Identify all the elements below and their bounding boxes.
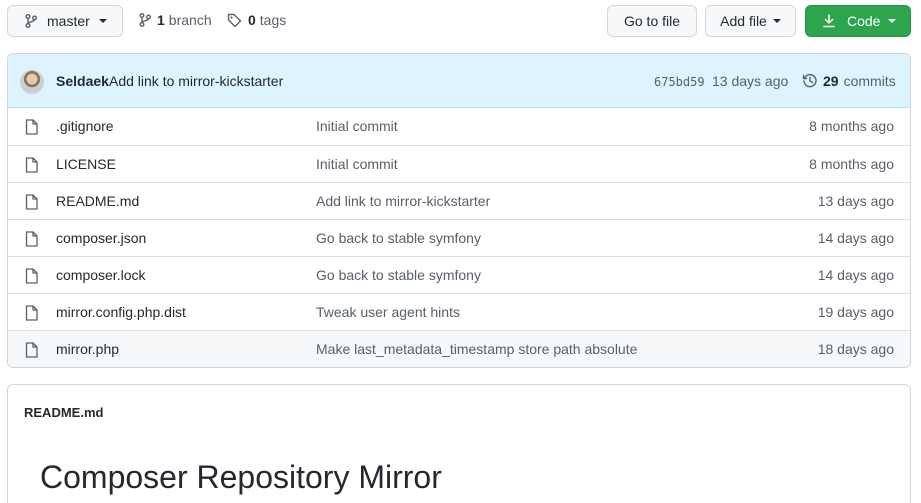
file-name[interactable]: composer.lock xyxy=(56,267,145,283)
branch-label: branch xyxy=(168,12,212,28)
file-name[interactable]: LICENSE xyxy=(56,156,116,172)
file-list: .gitignore Initial commit 8 months ago L… xyxy=(8,108,910,367)
file-browser: Seldaek Add link to mirror-kickstarter 6… xyxy=(7,53,911,368)
table-row: LICENSE Initial commit 8 months ago xyxy=(8,145,910,182)
chevron-down-icon xyxy=(772,19,781,23)
file-age: 19 days ago xyxy=(817,304,894,320)
file-commit-message[interactable]: Make last_metadata_timestamp store path … xyxy=(316,341,637,357)
file-icon xyxy=(25,157,38,173)
tag-label: tags xyxy=(259,12,287,28)
readme-filename[interactable]: README.md xyxy=(24,405,103,420)
file-icon xyxy=(25,231,38,247)
file-icon xyxy=(25,194,38,210)
file-age: 13 days ago xyxy=(817,193,894,209)
file-age: 18 days ago xyxy=(817,341,894,357)
git-branch-icon xyxy=(25,14,37,28)
table-row: mirror.config.php.dist Tweak user agent … xyxy=(8,293,910,330)
file-name[interactable]: .gitignore xyxy=(56,118,114,134)
download-icon xyxy=(823,14,835,28)
file-icon xyxy=(25,119,38,135)
avatar[interactable] xyxy=(20,70,44,94)
file-name[interactable]: mirror.php xyxy=(56,341,119,357)
go-to-file-button[interactable]: Go to file xyxy=(607,5,697,37)
file-name[interactable]: mirror.config.php.dist xyxy=(56,304,186,320)
readme-panel: README.md Composer Repository Mirror xyxy=(7,384,911,503)
commits-label: commits xyxy=(843,73,896,89)
file-age: 8 months ago xyxy=(809,156,894,172)
commit-message[interactable]: Add link to mirror-kickstarter xyxy=(109,73,283,89)
commit-count: 29 xyxy=(823,73,839,89)
add-file-label: Add file xyxy=(720,13,767,29)
file-commit-message[interactable]: Tweak user agent hints xyxy=(316,304,460,320)
file-icon xyxy=(25,342,38,358)
chevron-down-icon xyxy=(888,19,897,23)
commit-sha[interactable]: 675bd59 xyxy=(654,75,705,89)
file-name[interactable]: composer.json xyxy=(56,230,146,246)
tag-icon xyxy=(227,13,242,27)
branch-name: master xyxy=(47,13,90,29)
file-age: 14 days ago xyxy=(817,267,894,283)
file-name[interactable]: README.md xyxy=(56,193,139,209)
file-icon xyxy=(25,305,38,321)
git-branch-icon xyxy=(139,13,151,27)
readme-title: Composer Repository Mirror xyxy=(40,459,442,495)
file-commit-message[interactable]: Add link to mirror-kickstarter xyxy=(316,193,490,209)
add-file-button[interactable]: Add file xyxy=(705,5,796,37)
file-age: 14 days ago xyxy=(817,230,894,246)
branch-select-button[interactable]: master xyxy=(7,5,123,37)
tags-link[interactable]: 0 tags xyxy=(227,12,286,28)
file-commit-message[interactable]: Initial commit xyxy=(316,118,398,134)
file-commit-message[interactable]: Initial commit xyxy=(316,156,398,172)
code-button[interactable]: Code xyxy=(805,5,911,37)
file-age: 8 months ago xyxy=(809,118,894,134)
file-icon xyxy=(25,268,38,284)
latest-commit-bar: Seldaek Add link to mirror-kickstarter 6… xyxy=(8,54,910,108)
chevron-down-icon xyxy=(98,19,107,23)
table-row: .gitignore Initial commit 8 months ago xyxy=(8,108,910,145)
table-row: composer.lock Go back to stable symfony … xyxy=(8,256,910,293)
branch-count: 1 xyxy=(157,12,165,28)
history-icon xyxy=(802,73,817,88)
code-label: Code xyxy=(847,13,881,29)
commits-link[interactable]: 29 commits xyxy=(802,73,896,89)
go-to-file-label: Go to file xyxy=(623,13,681,29)
file-commit-message[interactable]: Go back to stable symfony xyxy=(316,230,481,246)
branches-link[interactable]: 1 branch xyxy=(139,12,212,28)
tag-count: 0 xyxy=(248,12,256,28)
file-commit-message[interactable]: Go back to stable symfony xyxy=(316,267,481,283)
commit-author[interactable]: Seldaek xyxy=(56,73,109,89)
repo-toolbar: master 1 branch 0 tags Go to file Add fi… xyxy=(0,0,921,44)
table-row: README.md Add link to mirror-kickstarter… xyxy=(8,182,910,219)
commit-age: 13 days ago xyxy=(712,73,789,89)
table-row: mirror.php Make last_metadata_timestamp … xyxy=(8,330,910,367)
table-row: composer.json Go back to stable symfony … xyxy=(8,219,910,256)
